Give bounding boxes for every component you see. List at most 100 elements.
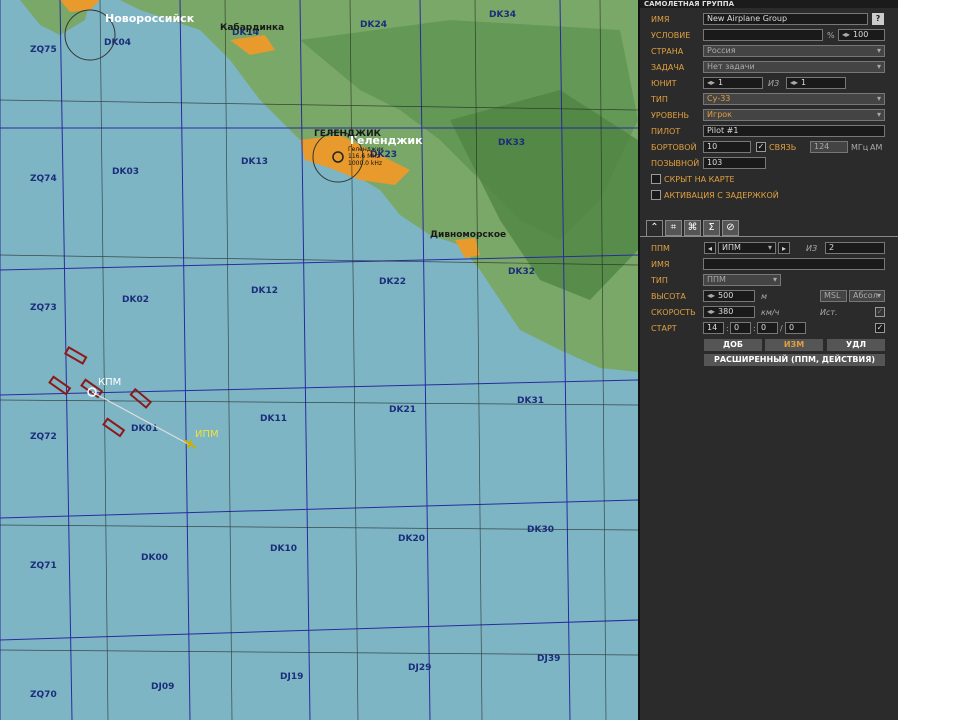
type-select[interactable]: Су-33 — [703, 93, 885, 105]
altitude-row: ВЫСОТА ◂▸ 500 м MSL Абсол — [640, 290, 898, 304]
alt-ref-select[interactable]: MSL — [820, 290, 847, 302]
speed-ist-label: Ист. — [820, 308, 838, 317]
start-minutes[interactable]: 0 — [730, 322, 751, 334]
edit-waypoint-button[interactable]: ИЗМ — [765, 339, 823, 351]
waypoint-label: ППМ — [651, 244, 670, 253]
wp-name-field[interactable] — [703, 258, 885, 270]
grid-label: DK20 — [398, 534, 425, 544]
comm-checkbox[interactable]: ✓ — [756, 142, 766, 152]
tab-disable-icon[interactable]: ⊘ — [722, 220, 739, 236]
grid-label: DK10 — [270, 544, 297, 554]
tab-summary-icon[interactable]: Σ — [703, 220, 720, 236]
tab-route-icon[interactable]: ⌃ — [646, 220, 663, 236]
tail-field[interactable]: 10 — [703, 141, 751, 153]
grid-label: DK32 — [508, 267, 535, 277]
pilot-field[interactable]: Pilot #1 — [703, 125, 885, 137]
altitude-stepper[interactable]: ◂▸ 500 — [703, 290, 755, 302]
map-view[interactable]: ZQ75 DK04 DK14 DK24 DK34 ZQ74 DK03 DK13 DK23 DK33… — [0, 0, 638, 720]
comm-label: СВЯЗЬ — [769, 143, 797, 152]
stepper-arrows-icon[interactable]: ◂▸ — [707, 307, 715, 316]
task-row: ЗАДАЧА Нет задачи — [640, 61, 898, 75]
grid-label: DK21 — [389, 405, 416, 415]
condition-field[interactable] — [703, 29, 823, 41]
wp-type-select[interactable]: ППМ — [703, 274, 781, 286]
waypoint-of: ИЗ — [806, 244, 818, 253]
waypoint-total[interactable]: 2 — [825, 242, 885, 254]
next-waypoint-button[interactable]: ▸ — [778, 242, 790, 254]
task-label: ЗАДАЧА — [651, 63, 685, 72]
start-lock-checkbox[interactable]: ✓ — [875, 323, 885, 333]
callsign-label: ПОЗЫВНОЙ — [651, 159, 700, 168]
grid-label: DK22 — [379, 277, 406, 287]
waypoint-row: ППМ ◂ ИПМ ▸ ИЗ 2 — [640, 242, 898, 256]
waypoint-label-ipm: ИПМ — [195, 429, 219, 440]
delay-row: АКТИВАЦИЯ С ЗАДЕРЖКОЙ — [640, 189, 898, 203]
task-select[interactable]: Нет задачи — [703, 61, 885, 73]
pilot-row: ПИЛОТ Pilot #1 — [640, 125, 898, 139]
stepper-arrows-icon[interactable]: ◂▸ — [790, 78, 798, 87]
tab-payload-icon[interactable]: ⌗ — [665, 220, 682, 236]
condition-row: УСЛОВИЕ % ◂▸ 100 — [640, 29, 898, 43]
start-day[interactable]: 0 — [785, 322, 806, 334]
level-select[interactable]: Игрок — [703, 109, 885, 121]
advanced-button[interactable]: РАСШИРЕННЫЙ (ППМ, ДЕЙСТВИЯ) — [704, 354, 885, 366]
grid-label: DK12 — [251, 286, 278, 296]
unit-stepper[interactable]: ◂▸ 1 — [703, 77, 763, 89]
city-caps-label: ГЕЛЕНДЖИК — [314, 129, 382, 139]
unit-total-stepper[interactable]: ◂▸ 1 — [786, 77, 846, 89]
stepper-arrows-icon[interactable]: ◂▸ — [707, 291, 715, 300]
tail-label: БОРТОВОЙ — [651, 143, 697, 152]
level-label: УРОВЕНЬ — [651, 111, 690, 120]
stepper-arrows-icon[interactable]: ◂▸ — [707, 78, 715, 87]
waypoint-select[interactable]: ИПМ — [718, 242, 776, 254]
grid-label: DJ39 — [537, 654, 560, 664]
delete-waypoint-button[interactable]: УДЛ — [827, 339, 885, 351]
town-label-divnomorskoe: Дивноморское — [430, 230, 506, 240]
level-row: УРОВЕНЬ Игрок — [640, 109, 898, 123]
hidden-row: СКРЫТ НА КАРТЕ — [640, 173, 898, 187]
condition-pct: % — [827, 31, 835, 40]
grid-label: ZQ73 — [30, 303, 57, 313]
speed-label: СКОРОСТЬ — [651, 308, 696, 317]
grid-label: DJ09 — [151, 682, 174, 692]
comm-units: МГц — [851, 143, 869, 152]
speed-value: 380 — [718, 307, 734, 316]
grid-label: DJ29 — [408, 663, 431, 673]
comm-freq-field[interactable]: 124 — [810, 141, 848, 153]
grid-label: DK24 — [360, 20, 387, 30]
grid-label: DK00 — [141, 553, 168, 563]
town-label-kabardinka: Кабардинка — [220, 22, 284, 33]
stepper-arrows-icon[interactable]: ◂▸ — [842, 30, 850, 39]
grid-label: DK03 — [112, 167, 139, 177]
prev-waypoint-button[interactable]: ◂ — [704, 242, 716, 254]
condition-stepper[interactable]: ◂▸ 100 — [838, 29, 885, 41]
callsign-field[interactable]: 103 — [703, 157, 766, 169]
speed-lock-checkbox[interactable]: ✓ — [875, 307, 885, 317]
speed-row: СКОРОСТЬ ◂▸ 380 км/ч Ист. ✓ — [640, 306, 898, 320]
tab-failures-icon[interactable]: ⌘ — [684, 220, 701, 236]
grid-label: DK31 — [517, 396, 544, 406]
delay-checkbox[interactable] — [651, 190, 661, 200]
alt-mode-select[interactable]: Абсол — [849, 290, 885, 302]
type-label: ТИП — [651, 95, 668, 104]
unit-row: ЮНИТ ◂▸ 1 ИЗ ◂▸ 1 — [640, 77, 898, 91]
speed-stepper[interactable]: ◂▸ 380 — [703, 306, 755, 318]
grid-label: DK11 — [260, 414, 287, 424]
name-field[interactable]: New Airplane Group — [703, 13, 868, 25]
start-hours[interactable]: 14 — [703, 322, 724, 334]
country-select[interactable]: Россия — [703, 45, 885, 57]
add-waypoint-button[interactable]: ДОБ — [704, 339, 762, 351]
grid-label: ZQ70 — [30, 690, 57, 700]
altitude-value: 500 — [718, 291, 734, 300]
start-seconds[interactable]: 0 — [757, 322, 778, 334]
help-button[interactable]: ? — [872, 13, 884, 25]
hidden-checkbox[interactable] — [651, 174, 661, 184]
type-row: ТИП Су-33 — [640, 93, 898, 107]
map-canvas[interactable]: ZQ75DK04DK14DK24DK34ZQ74DK03DK13DK23DK33… — [0, 0, 638, 720]
condition-label: УСЛОВИЕ — [651, 31, 691, 40]
altitude-label: ВЫСОТА — [651, 292, 686, 301]
comm-mod: AM — [870, 143, 883, 152]
navaid-freq-2: 1000.0 kHz — [348, 160, 382, 167]
wp-type-row: ТИП ППМ — [640, 274, 898, 288]
waypoint-label-kpm: КПМ — [98, 377, 121, 388]
